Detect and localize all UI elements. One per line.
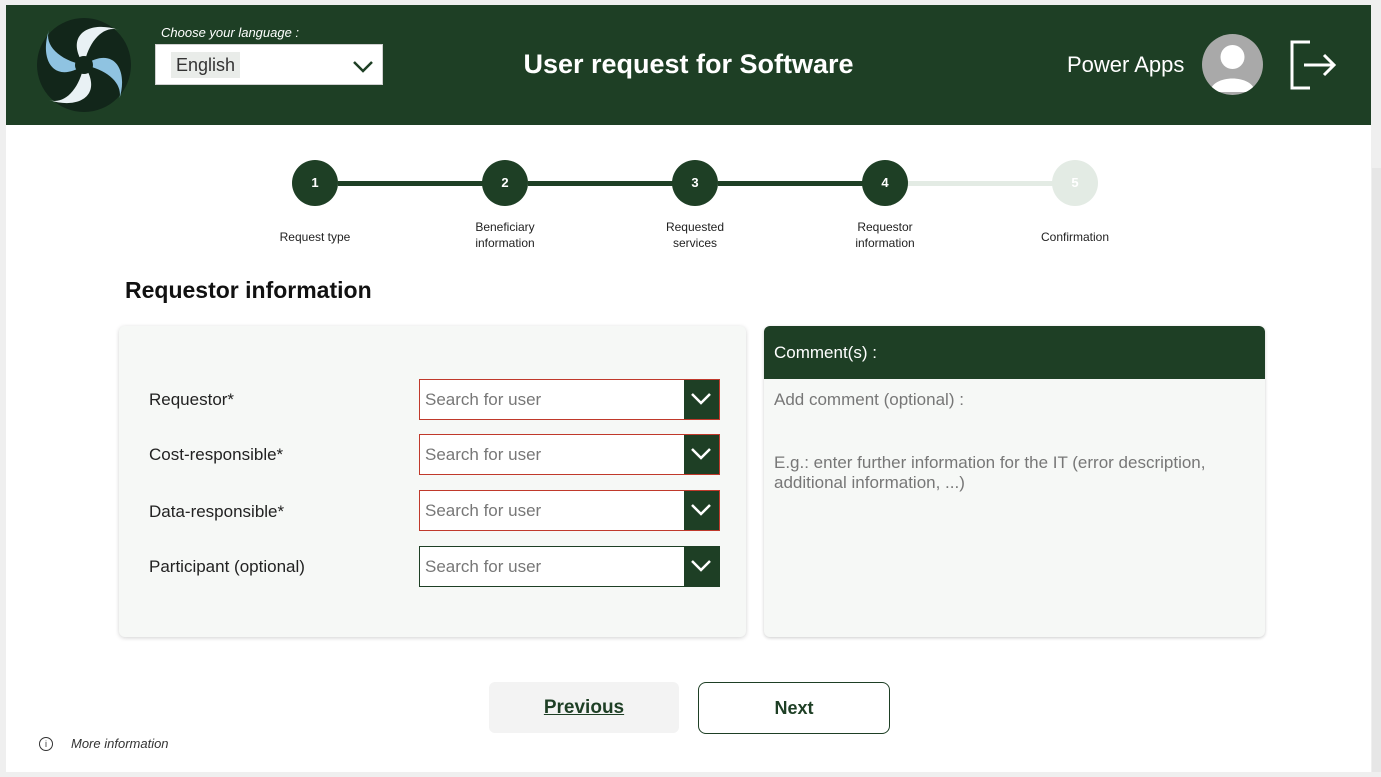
comments-panel: Comment(s) : Add comment (optional) :: [764, 326, 1265, 637]
brand-label: Power Apps: [1067, 52, 1185, 77]
section-title: Requestor information: [125, 277, 372, 303]
step-3-circle[interactable]: 3: [672, 160, 718, 206]
avatar-person-icon: [1210, 45, 1255, 92]
next-button[interactable]: Next: [698, 682, 890, 734]
step-connector: [908, 181, 1058, 186]
requestor-combobox[interactable]: [419, 379, 720, 420]
step-1-label: Request type: [279, 230, 351, 244]
vertical-scrollbar[interactable]: [1372, 168, 1381, 772]
cost-responsible-dropdown-button[interactable]: [684, 435, 719, 474]
step-2-circle[interactable]: 2: [482, 160, 528, 206]
requestor-label: Requestor*: [149, 390, 235, 409]
chevron-down-icon: [691, 560, 711, 572]
info-icon: i: [39, 736, 53, 751]
comments-label: Add comment (optional) :: [774, 390, 964, 409]
requestor-form-panel: Requestor* Cost-responsible* Data-respon…: [119, 326, 746, 637]
requestor-dropdown-button[interactable]: [684, 380, 719, 419]
participant-combobox[interactable]: [419, 546, 720, 587]
step-5-label: Confirmation: [1040, 230, 1110, 244]
more-information-label: More information: [71, 736, 169, 751]
step-2-label: Beneficiary information: [475, 220, 535, 250]
data-responsible-search-input[interactable]: [420, 491, 684, 530]
comments-textarea[interactable]: [774, 453, 1244, 623]
language-label: Choose your language :: [161, 25, 300, 40]
app-screen: Choose your language : English User requ…: [6, 5, 1371, 772]
step-3-label: Requested services: [665, 220, 725, 250]
progress-stepper: 1 2 3 4 5 Request type Beneficiary infor…: [6, 155, 1371, 255]
data-responsible-dropdown-button[interactable]: [684, 491, 719, 530]
requestor-search-input[interactable]: [420, 380, 684, 419]
chevron-down-icon: [691, 504, 711, 516]
step-connector: [528, 181, 678, 186]
participant-search-input[interactable]: [420, 547, 684, 586]
participant-dropdown-button[interactable]: [684, 547, 719, 586]
comments-header: Comment(s) :: [764, 326, 1265, 379]
data-responsible-label: Data-responsible*: [149, 502, 285, 521]
more-information-link[interactable]: i More information: [39, 736, 169, 751]
step-connector: [338, 181, 488, 186]
previous-button[interactable]: Previous: [489, 682, 679, 733]
user-avatar[interactable]: [1202, 34, 1263, 95]
cost-responsible-search-input[interactable]: [420, 435, 684, 474]
step-4-label: Requestor information: [855, 220, 915, 250]
data-responsible-combobox[interactable]: [419, 490, 720, 531]
sign-out-icon[interactable]: [1290, 40, 1338, 90]
step-4-circle[interactable]: 4: [862, 160, 908, 206]
participant-label: Participant (optional): [149, 557, 305, 576]
cost-responsible-label: Cost-responsible*: [149, 445, 284, 464]
step-connector: [718, 181, 868, 186]
chevron-down-icon: [691, 393, 711, 405]
cost-responsible-combobox[interactable]: [419, 434, 720, 475]
step-1-circle[interactable]: 1: [292, 160, 338, 206]
header-bar: Choose your language : English User requ…: [6, 5, 1371, 125]
step-5-circle: 5: [1052, 160, 1098, 206]
chevron-down-icon: [691, 448, 711, 460]
